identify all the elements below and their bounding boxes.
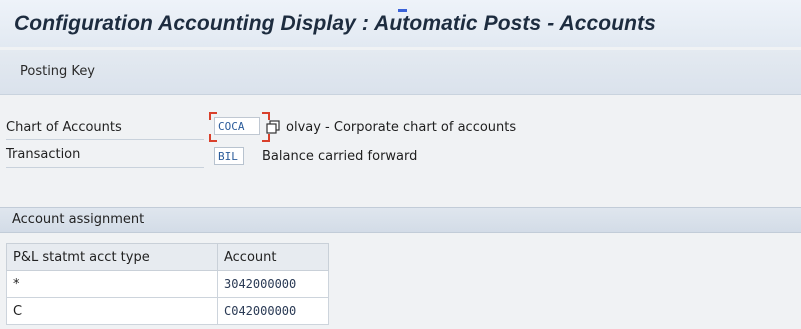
chart-of-accounts-field[interactable]: COCA [214,117,260,135]
account-cell[interactable]: C042000000 [217,297,329,325]
transaction-label: Transaction [6,147,81,162]
cursor-marker [398,9,407,12]
table-row[interactable]: * 3042000000 [6,270,329,298]
chart-of-accounts-label-underline [6,139,204,140]
table-header-row: P&L statmt acct type Account [6,243,329,271]
table-row[interactable]: C C042000000 [6,297,329,325]
focus-corner [262,134,270,142]
transaction-description: Balance carried forward [262,149,418,164]
transaction-label-underline [6,167,204,168]
account-assignment-header: Account assignment [0,207,801,233]
focus-corner [209,112,217,120]
column-header-account[interactable]: Account [217,243,329,271]
account-cell[interactable]: 3042000000 [217,270,329,298]
chart-of-accounts-label: Chart of Accounts [6,120,122,135]
column-header-acct-type[interactable]: P&L statmt acct type [6,243,218,271]
account-assignment-table: P&L statmt acct type Account * 304200000… [6,243,329,325]
page-title: Configuration Accounting Display : Autom… [14,12,656,35]
possible-entries-icon[interactable] [266,119,280,134]
transaction-field[interactable]: BIL [214,147,244,165]
application-toolbar: Posting Key [0,50,801,95]
posting-key-button[interactable]: Posting Key [20,64,95,79]
acct-type-cell[interactable]: C [6,297,218,325]
focus-corner [209,134,217,142]
account-assignment-title: Account assignment [12,212,145,227]
chart-of-accounts-description: olvay - Corporate chart of accounts [286,120,517,135]
acct-type-cell[interactable]: * [6,270,218,298]
title-bar: Configuration Accounting Display : Autom… [0,0,801,47]
